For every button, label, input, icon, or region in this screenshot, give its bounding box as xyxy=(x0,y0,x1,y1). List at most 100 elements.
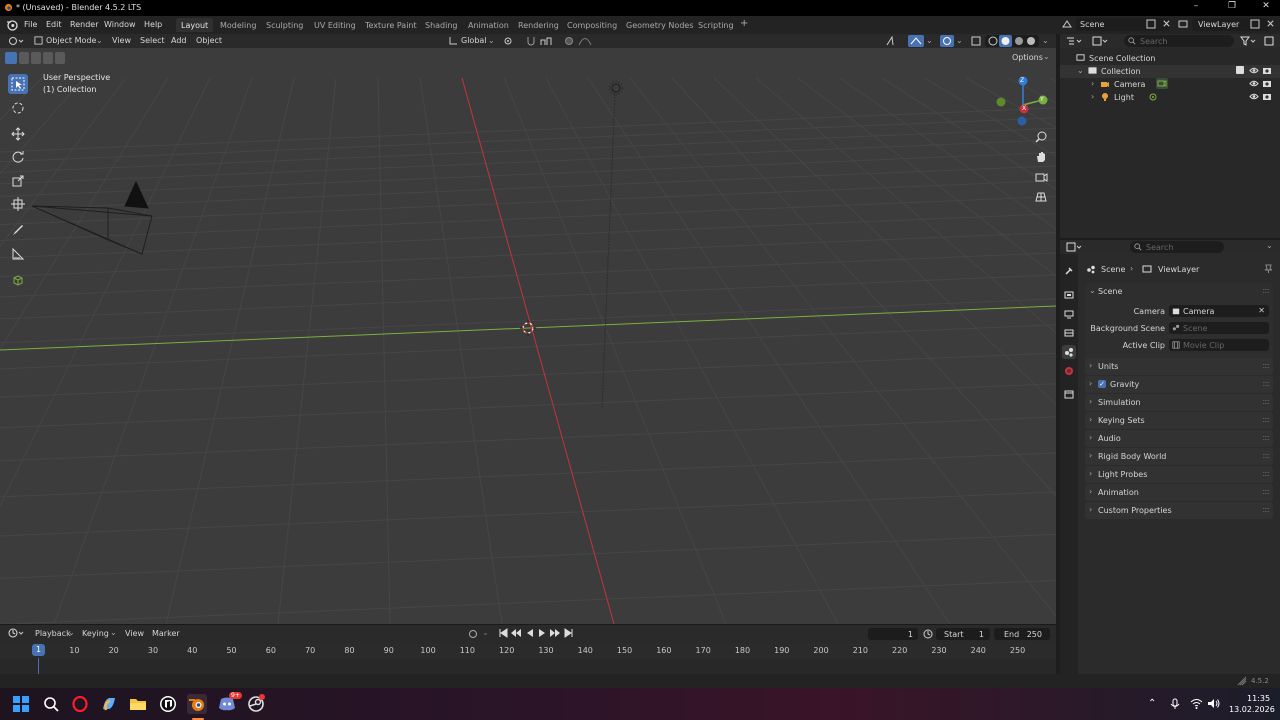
opera-icon[interactable] xyxy=(70,694,90,714)
scale-tool[interactable] xyxy=(8,171,28,191)
tab-uv-editing[interactable]: UV Editing xyxy=(309,18,361,32)
select-intersect-icon[interactable] xyxy=(55,52,65,64)
play-reverse-icon[interactable] xyxy=(525,628,535,638)
falloff-icon[interactable] xyxy=(578,36,592,46)
blender-taskbar-icon[interactable] xyxy=(187,694,207,714)
filter-icon[interactable] xyxy=(1240,36,1256,46)
tool-tab-icon[interactable] xyxy=(1064,266,1074,276)
rotate-tool[interactable] xyxy=(8,147,28,167)
gizmo-toggle-button[interactable] xyxy=(908,35,924,47)
wifi-icon[interactable] xyxy=(1190,698,1203,709)
outliner[interactable]: Scene Collection ⌄ Collection › Camera ›… xyxy=(1060,48,1280,238)
clock-date[interactable]: 13.02.2026 xyxy=(1229,705,1275,714)
preview-range-icon[interactable] xyxy=(923,629,933,639)
move-tool[interactable] xyxy=(8,124,28,144)
unreal-engine-icon[interactable] xyxy=(158,694,178,714)
clear-icon[interactable]: ✕ xyxy=(1258,306,1265,315)
play-icon[interactable] xyxy=(537,628,547,638)
measure-tool[interactable] xyxy=(8,244,28,264)
auto-keying-icon[interactable] xyxy=(468,629,478,639)
playhead[interactable]: 1 xyxy=(32,644,45,656)
add-workspace-button[interactable]: + xyxy=(740,18,748,29)
jump-keyframe-back-icon[interactable] xyxy=(510,628,522,638)
panel-audio[interactable]: › Audio :::: xyxy=(1085,430,1273,447)
menu-marker[interactable]: Marker xyxy=(152,629,180,638)
snap-target-icon[interactable] xyxy=(540,36,556,46)
menu-window[interactable]: Window xyxy=(104,20,136,29)
maximize-button[interactable]: ❐ xyxy=(1220,1,1244,14)
render-camera-icon[interactable] xyxy=(1262,79,1272,88)
wireframe-shading-icon[interactable] xyxy=(988,36,998,46)
gravity-checkbox[interactable]: ✓ xyxy=(1098,380,1106,388)
panel-animation[interactable]: › Animation :::: xyxy=(1085,484,1273,501)
pan-hand-icon[interactable] xyxy=(1034,150,1048,164)
add-cube-tool[interactable] xyxy=(8,270,28,290)
solid-shading-icon[interactable] xyxy=(999,35,1012,47)
drag-handle-icon[interactable]: :::: xyxy=(1262,451,1270,460)
collection-tab-icon[interactable] xyxy=(1064,389,1074,399)
timeline-editor-icon[interactable] xyxy=(8,628,24,638)
tab-scripting[interactable]: Scripting xyxy=(693,18,739,32)
light-data-icon[interactable] xyxy=(1148,92,1158,102)
tab-shading[interactable]: Shading xyxy=(420,18,463,32)
start-frame-field[interactable]: Start 1 xyxy=(936,628,990,640)
drag-handle-icon[interactable]: :::: xyxy=(1262,415,1270,424)
panel-custom-properties[interactable]: › Custom Properties :::: xyxy=(1085,502,1273,519)
world-tab-icon[interactable] xyxy=(1064,366,1074,376)
tab-layout[interactable]: Layout xyxy=(176,18,214,32)
panel-units[interactable]: › Units :::: xyxy=(1085,358,1273,375)
eye-icon[interactable] xyxy=(1249,92,1259,101)
panel-gravity[interactable]: › ✓ Gravity :::: xyxy=(1085,376,1273,393)
rendered-shading-icon[interactable] xyxy=(1026,36,1036,46)
options-button[interactable]: Options ⌄ xyxy=(1006,52,1052,64)
clock-time[interactable]: 11:35 xyxy=(1247,694,1270,703)
eye-icon[interactable] xyxy=(1249,79,1259,88)
end-frame-field[interactable]: End 250 xyxy=(994,628,1050,640)
menu-edit[interactable]: Edit xyxy=(46,20,62,29)
cursor-tool[interactable] xyxy=(8,98,28,118)
camera-data-icon[interactable] xyxy=(1156,78,1168,89)
minimize-button[interactable]: – xyxy=(1184,1,1208,14)
pin-icon[interactable] xyxy=(1264,264,1273,274)
drag-handle-icon[interactable]: :::: xyxy=(1262,487,1270,496)
camera-view-icon[interactable] xyxy=(1034,170,1048,184)
menu-keying[interactable]: Keying xyxy=(82,629,109,638)
view-layer-tab-icon[interactable] xyxy=(1064,328,1074,338)
menu-select[interactable]: Select xyxy=(140,36,165,45)
tab-geometry-nodes[interactable]: Geometry Nodes xyxy=(621,18,698,32)
menu-help[interactable]: Help xyxy=(144,20,162,29)
scene-tab-icon[interactable] xyxy=(1062,345,1076,359)
zoom-icon[interactable] xyxy=(1034,130,1048,144)
overlays-toggle-button[interactable] xyxy=(940,35,954,47)
render-camera-icon[interactable] xyxy=(1262,66,1272,75)
timeline-ruler[interactable]: 10 20 30 40 50 60 70 80 90 100 110 120 130 140 150 160 1… xyxy=(0,642,1056,658)
search-icon[interactable] xyxy=(41,694,61,714)
microphone-icon[interactable] xyxy=(1170,698,1180,710)
close-button[interactable]: ✕ xyxy=(1254,1,1278,14)
drag-handle-icon[interactable]: :::: xyxy=(1262,379,1270,388)
exclude-checkbox[interactable] xyxy=(1236,66,1244,74)
windows-start-icon[interactable] xyxy=(11,694,31,714)
camera-prop-field[interactable]: Camera ✕ xyxy=(1169,305,1269,317)
drag-handle-icon[interactable]: :::: xyxy=(1262,397,1270,406)
properties-search-input[interactable]: Search xyxy=(1130,241,1224,253)
tab-rendering[interactable]: Rendering xyxy=(513,18,564,32)
tab-animation[interactable]: Animation xyxy=(463,18,514,32)
delete-scene-icon[interactable] xyxy=(1162,19,1171,28)
drag-handle-icon[interactable]: :::: xyxy=(1262,469,1270,478)
snap-icon[interactable] xyxy=(526,36,536,46)
chevron-down-icon[interactable]: ⌄ xyxy=(1266,241,1273,250)
menu-view[interactable]: View xyxy=(112,36,131,45)
chevron-right-icon[interactable]: › xyxy=(1091,79,1094,88)
transform-tool[interactable] xyxy=(8,194,28,214)
menu-view-timeline[interactable]: View xyxy=(125,629,144,638)
tab-compositing[interactable]: Compositing xyxy=(562,18,622,32)
proportional-editing-icon[interactable] xyxy=(564,36,574,46)
drag-handle-icon[interactable]: :::: xyxy=(1262,286,1270,295)
jump-start-icon[interactable] xyxy=(498,628,508,638)
active-clip-field[interactable]: Movie Clip xyxy=(1169,339,1269,351)
select-extend-icon[interactable] xyxy=(19,52,29,64)
pivot-point-icon[interactable] xyxy=(503,36,519,46)
chevron-right-icon[interactable]: › xyxy=(1091,92,1094,101)
panel-simulation[interactable]: › Simulation :::: xyxy=(1085,394,1273,411)
